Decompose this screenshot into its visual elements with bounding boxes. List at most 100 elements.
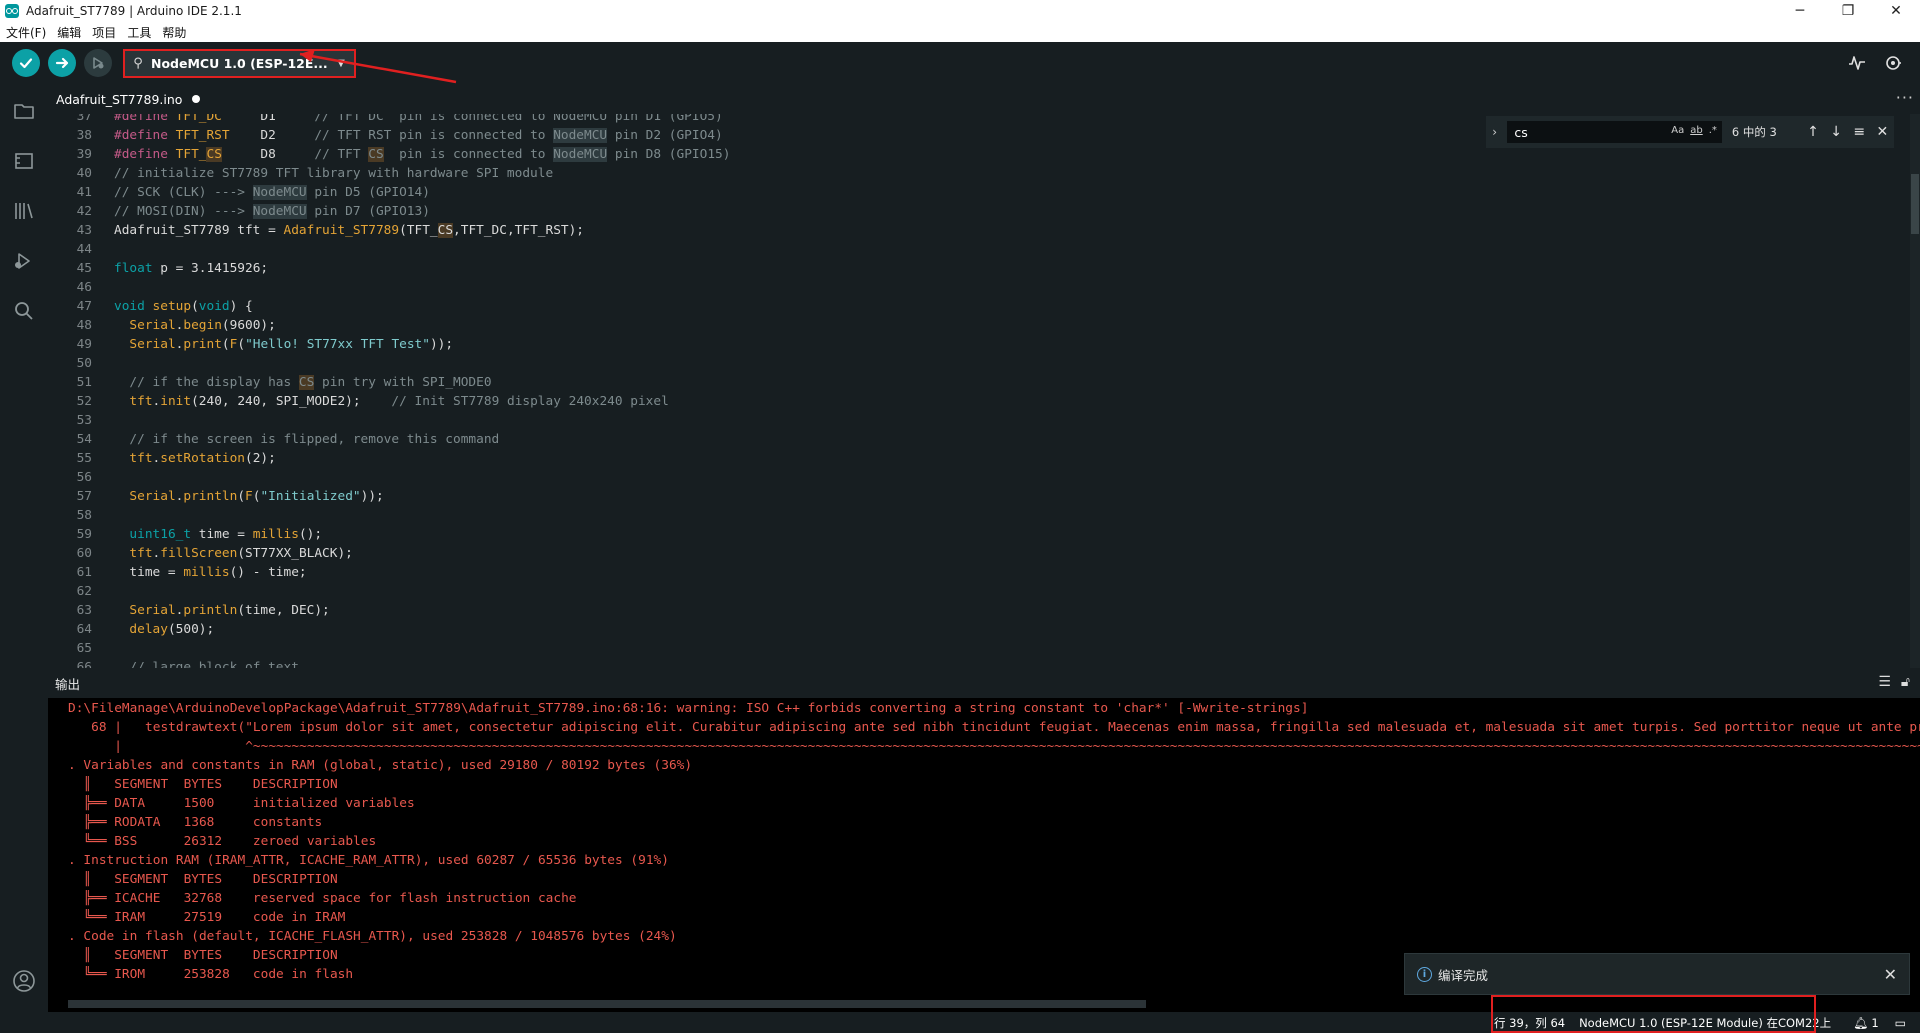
- code-line: 42 // MOSI(DIN) ---> NodeMCU pin D7 (GPIO…: [48, 202, 1908, 221]
- code-text: // initialize ST7789 TFT library with ha…: [114, 166, 554, 181]
- code-line: 45 float p = 3.1415926;: [48, 259, 1908, 278]
- code-text: float p = 3.1415926;: [114, 261, 269, 276]
- board-selector[interactable]: ⚲ NodeMCU 1.0 (ESP-12E... ▼: [124, 49, 356, 78]
- debug-sidebar-icon[interactable]: [11, 248, 37, 274]
- search-icon[interactable]: [11, 298, 37, 324]
- code-line: 56: [48, 468, 1908, 487]
- code-line: 44: [48, 240, 1908, 259]
- find-in-selection-icon[interactable]: ≡: [1848, 124, 1871, 140]
- boards-manager-icon[interactable]: [11, 148, 37, 174]
- output-line: ╚══ IROM 253828 code in flash: [68, 967, 354, 982]
- output-line: ╠══ DATA 1500 initialized variables: [68, 796, 415, 811]
- upload-button[interactable]: [48, 49, 76, 77]
- previous-match-icon[interactable]: ↑: [1801, 124, 1824, 140]
- code-line: 66 // large block of text: [48, 658, 1908, 668]
- code-line: 48 Serial.begin(9600);: [48, 316, 1908, 335]
- account-icon[interactable]: [11, 968, 37, 994]
- editor-scrollbar[interactable]: [1910, 114, 1920, 668]
- line-number: 53: [76, 413, 92, 428]
- output-header: 输出 ☰ 🔓︎: [48, 668, 1920, 698]
- tab-sketch-file[interactable]: Adafruit_ST7789.ino: [48, 84, 203, 114]
- code-text: // large block of text: [129, 660, 299, 668]
- sketchbook-icon[interactable]: [11, 98, 37, 124]
- board-selector-label: NodeMCU 1.0 (ESP-12E...: [151, 56, 327, 71]
- next-match-icon[interactable]: ↓: [1825, 124, 1848, 140]
- editor-tab-bar: Adafruit_ST7789.ino ···: [48, 84, 1920, 114]
- code-text: delay(500);: [129, 622, 215, 637]
- find-match-count: 6 中的 3: [1731, 125, 1777, 139]
- code-line: 46: [48, 278, 1908, 297]
- menu-file[interactable]: 文件(F): [6, 24, 46, 41]
- line-number: 47: [76, 299, 92, 314]
- library-manager-icon[interactable]: [11, 198, 37, 224]
- notification-text: 编译完成: [1438, 967, 1489, 983]
- output-line: ║ SEGMENT BYTES DESCRIPTION: [68, 948, 338, 963]
- unsaved-dot-icon: [192, 95, 201, 103]
- output-line: 68 | testdrawtext("Lorem ipsum dolor sit…: [68, 720, 1920, 735]
- line-number: 45: [76, 261, 92, 276]
- find-input[interactable]: cs Aa ab .*: [1507, 121, 1722, 143]
- code-line: 62: [48, 582, 1908, 601]
- line-number: 46: [76, 280, 92, 295]
- code-line: 43 Adafruit_ST7789 tft = Adafruit_ST7789(…: [48, 221, 1908, 240]
- clear-output-icon[interactable]: ☰: [1878, 674, 1891, 690]
- code-text: // SCK (CLK) ---> NodeMCU pin D5 (GPIO14…: [114, 185, 430, 200]
- whole-word-toggle[interactable]: ab: [1690, 125, 1702, 136]
- match-case-toggle[interactable]: Aa: [1671, 125, 1684, 136]
- line-number: 58: [76, 508, 92, 523]
- minimize-button[interactable]: ─: [1776, 0, 1824, 22]
- line-number: 57: [76, 489, 92, 504]
- code-text: Serial.print(F("Hello! ST77xx TFT Test")…: [129, 337, 454, 352]
- menu-tools[interactable]: 工具: [127, 24, 151, 41]
- output-horizontal-scrollbar[interactable]: [68, 1000, 1146, 1008]
- more-actions-button[interactable]: ···: [1896, 88, 1914, 107]
- line-number: 39: [76, 147, 92, 162]
- debug-button[interactable]: [84, 49, 112, 77]
- notification-count: 1: [1871, 1015, 1879, 1030]
- code-text: tft.setRotation(2);: [129, 451, 276, 466]
- code-text: void setup(void) {: [114, 299, 253, 314]
- line-number: 38: [76, 128, 92, 143]
- output-line: . Code in flash (default, ICACHE_FLASH_A…: [68, 929, 677, 944]
- code-editor[interactable]: 37 #define TFT_DC D1 // TFT DC pin is con…: [48, 114, 1920, 668]
- toggle-panel-icon[interactable]: ▭: [1895, 1016, 1906, 1030]
- serial-monitor-button[interactable]: [1882, 52, 1904, 74]
- scroll-lock-icon[interactable]: 🔓︎: [1901, 674, 1910, 690]
- close-find-icon[interactable]: ✕: [1871, 124, 1894, 140]
- line-number: 64: [76, 622, 92, 637]
- line-number: 48: [76, 318, 92, 333]
- toolbar: ⚲ NodeMCU 1.0 (ESP-12E... ▼: [0, 42, 1920, 84]
- close-notification-button[interactable]: ✕: [1884, 965, 1897, 984]
- line-number: 49: [76, 337, 92, 352]
- line-number: 50: [76, 356, 92, 371]
- serial-plotter-button[interactable]: [1846, 52, 1868, 74]
- output-actions: ☰ 🔓︎: [1878, 674, 1910, 690]
- arduino-logo-icon: [5, 4, 19, 18]
- tab-label: Adafruit_ST7789.ino: [56, 91, 183, 107]
- output-line: ╚══ IRAM 27519 code in IRAM: [68, 910, 346, 925]
- notification-bell-icon[interactable]: 🔔︎: [1853, 1016, 1868, 1030]
- menu-sketch[interactable]: 项目: [92, 24, 116, 41]
- line-number: 51: [76, 375, 92, 390]
- editor-scrollbar-thumb[interactable]: [1911, 174, 1919, 234]
- code-line: 63 Serial.println(time, DEC);: [48, 601, 1908, 620]
- output-line: D:\FileManage\ArduinoDevelopPackage\Adaf…: [68, 701, 1309, 716]
- board-port-status[interactable]: NodeMCU 1.0 (ESP-12E Module) 在COM22上: [1579, 1015, 1831, 1031]
- line-number: 37: [76, 114, 92, 124]
- verify-button[interactable]: [12, 49, 40, 77]
- window-title: Adafruit_ST7789 | Arduino IDE 2.1.1: [26, 4, 242, 18]
- line-number: 52: [76, 394, 92, 409]
- code-text: time = millis() - time;: [114, 565, 307, 580]
- output-line: ║ SEGMENT BYTES DESCRIPTION: [68, 777, 338, 792]
- regex-toggle[interactable]: .*: [1709, 125, 1717, 136]
- code-line: 59 uint16_t time = millis();: [48, 525, 1908, 544]
- cursor-position[interactable]: 行 39，列 64: [1494, 1015, 1565, 1031]
- menu-help[interactable]: 帮助: [162, 24, 186, 41]
- output-line: ╠══ RODATA 1368 constants: [68, 815, 323, 830]
- menu-edit[interactable]: 编辑: [57, 24, 81, 41]
- maximize-button[interactable]: ❐: [1824, 0, 1872, 22]
- status-right: 行 39，列 64 NodeMCU 1.0 (ESP-12E Module) 在…: [1494, 1013, 1906, 1032]
- code-text: Adafruit_ST7789 tft = Adafruit_ST7789(TF…: [114, 223, 585, 238]
- toggle-replace-icon[interactable]: ›: [1486, 125, 1503, 139]
- close-button[interactable]: ✕: [1872, 0, 1920, 22]
